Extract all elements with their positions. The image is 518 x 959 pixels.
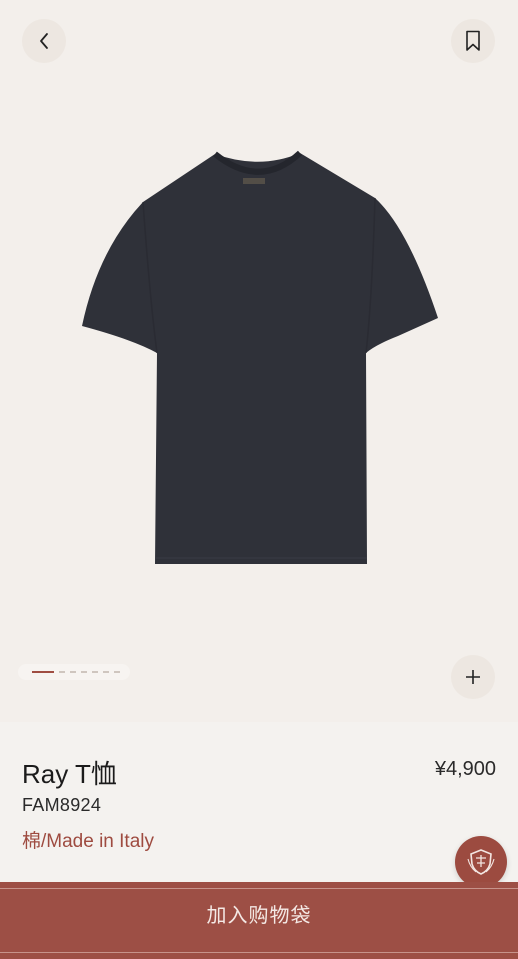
- divider: [0, 952, 518, 953]
- plus-icon: [466, 670, 480, 684]
- bookmark-button[interactable]: [451, 19, 495, 63]
- brand-crest-icon: [467, 849, 495, 875]
- pager-dot[interactable]: [32, 671, 54, 673]
- product-gallery[interactable]: [0, 0, 518, 722]
- chevron-left-icon: [40, 33, 48, 49]
- product-image: [82, 150, 438, 564]
- add-to-bag-button[interactable]: 加入购物袋: [0, 882, 518, 959]
- product-name: Ray T恤: [22, 759, 117, 789]
- pager-dot[interactable]: [59, 671, 65, 673]
- pager-dot[interactable]: [103, 671, 109, 673]
- pager-dot[interactable]: [81, 671, 87, 673]
- zoom-button[interactable]: [451, 655, 495, 699]
- add-to-bag-label: 加入购物袋: [206, 905, 312, 927]
- product-sku: FAM8924: [22, 795, 102, 815]
- pager-dot[interactable]: [70, 671, 76, 673]
- back-button[interactable]: [22, 19, 66, 63]
- divider: [0, 888, 518, 889]
- pager-dot[interactable]: [114, 671, 120, 673]
- product-price: ¥4,900: [434, 758, 496, 780]
- bookmark-icon: [466, 30, 480, 51]
- pager-dot[interactable]: [92, 671, 98, 673]
- chat-button[interactable]: [455, 836, 507, 888]
- product-material: 棉/Made in Italy: [22, 831, 154, 852]
- image-pager[interactable]: [18, 664, 130, 680]
